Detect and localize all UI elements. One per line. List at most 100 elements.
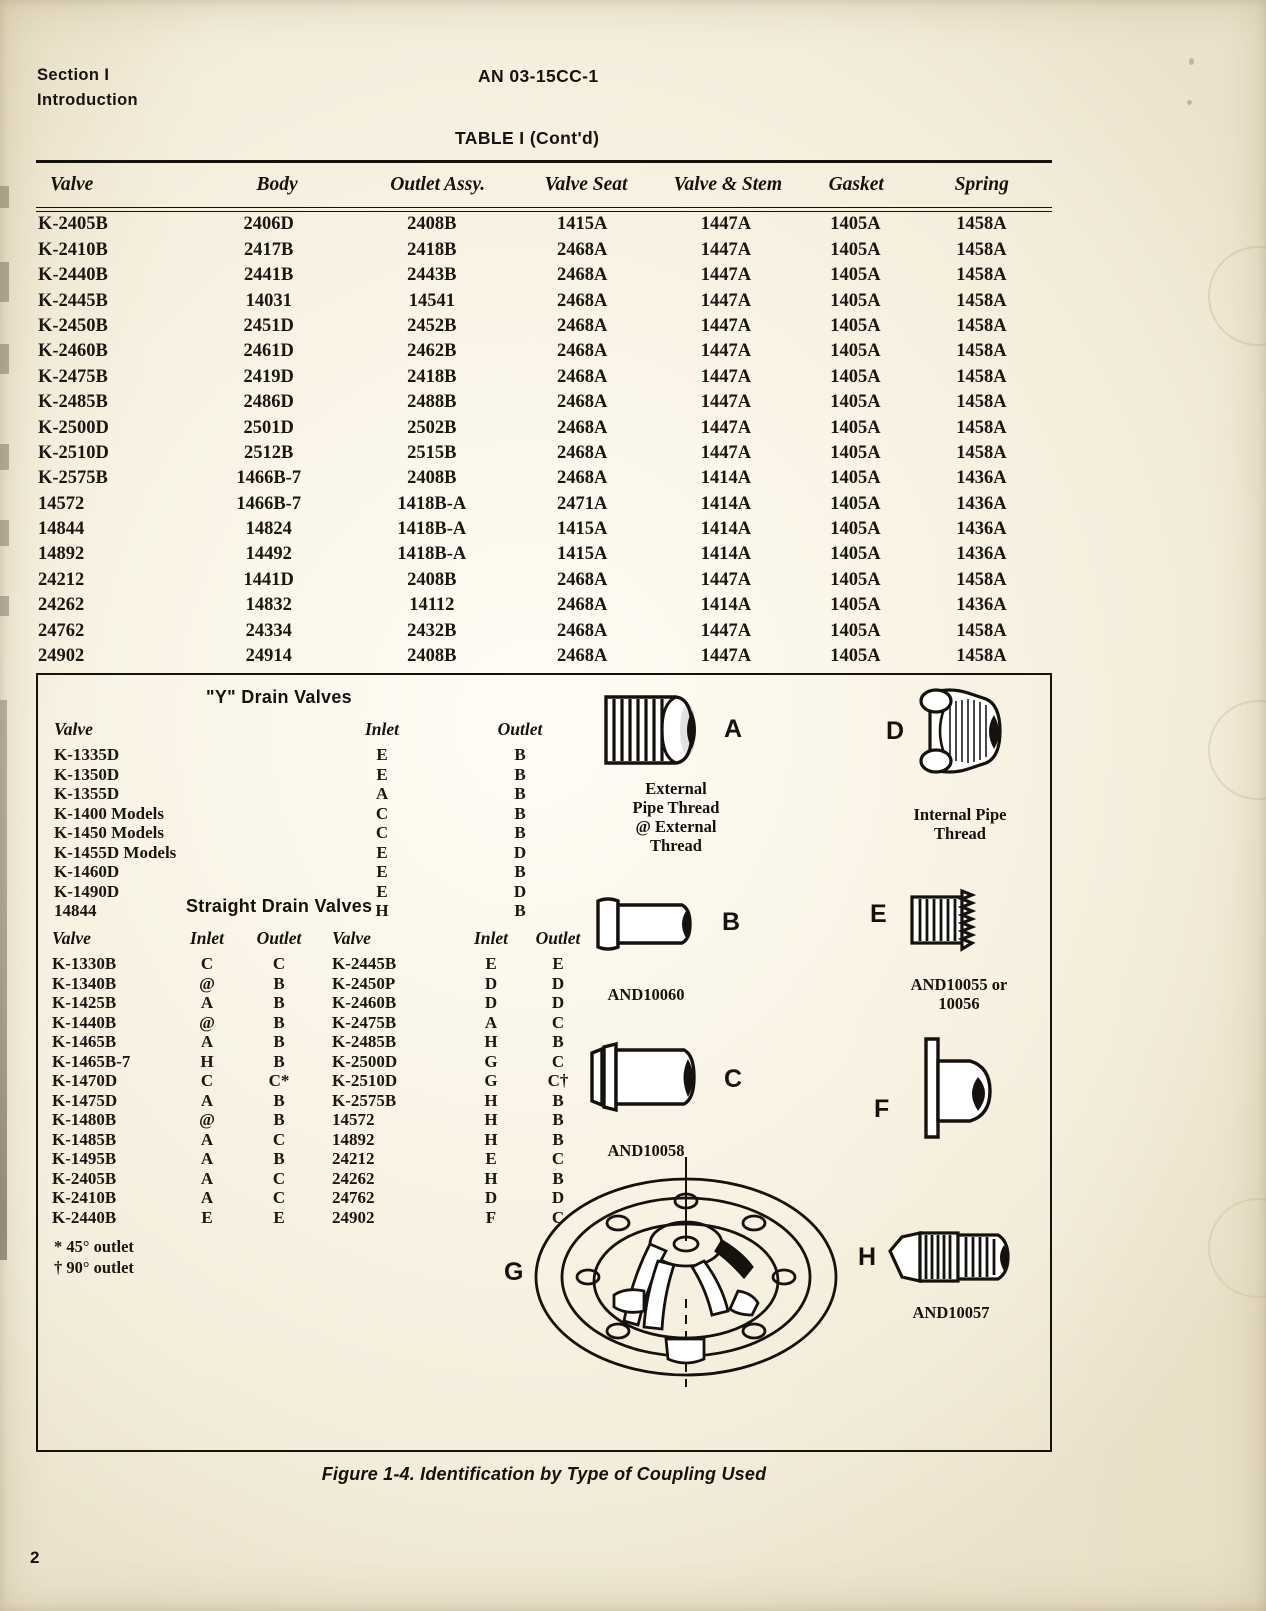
straight-drain-cell: B <box>273 1149 285 1168</box>
y-drain-header-row: Valve Inlet Outlet <box>50 717 590 745</box>
y-drain-cell: C <box>375 823 389 842</box>
table-cell: 14572 <box>38 493 85 514</box>
straight-drain-cell: 24262 <box>332 1168 375 1188</box>
straight-drain-cell: E <box>273 1207 285 1227</box>
y-drain-row: K-1335D E B <box>50 745 590 765</box>
y-drain-cell: K-1335D <box>54 745 120 764</box>
document-number: AN 03-15CC-1 <box>478 66 599 86</box>
column-header-valve: Valve <box>50 173 94 195</box>
table-cell: K-2440B <box>38 265 108 286</box>
straight-drain-cell: C <box>272 954 286 973</box>
footnote-45-degree: * 45° outlet <box>54 1237 134 1256</box>
column-header-gasket: Gasket <box>828 173 884 195</box>
table-cell: 2418B <box>407 366 457 387</box>
table-cell: 1447A <box>700 392 752 413</box>
table-cell: 1405A <box>830 265 881 286</box>
table-cell: 1466B-7 <box>236 468 302 489</box>
table-cell: K-2510D <box>38 442 109 463</box>
straight-drain-cell: B <box>273 1110 285 1129</box>
punch-hole-ghost <box>1208 1198 1266 1298</box>
straight-drain-row: K-1480B @ B 14572 H B <box>48 1110 594 1130</box>
table-cell: 2468A <box>556 417 608 438</box>
straight-drain-cell: A <box>200 1149 214 1168</box>
table-cell: 14492 <box>245 544 292 565</box>
coupling-caption-b: AND10060 <box>607 985 685 1004</box>
table-cell: 1466B-7 <box>236 493 302 514</box>
straight-drain-row: K-1485B A C 14892 H B <box>48 1130 594 1150</box>
straight-drain-cell: B <box>273 993 285 1012</box>
sd-column-header-inlet-right: Inlet <box>473 927 509 948</box>
straight-drain-cell: K-1475D <box>52 1090 118 1110</box>
sd-column-header-outlet-left: Outlet <box>256 927 302 948</box>
table-cell: 2406D <box>243 214 294 235</box>
table-cell: 1447A <box>700 569 752 590</box>
table-cell: 1405A <box>830 341 881 362</box>
table-cell: 1447A <box>700 265 752 286</box>
table-row: K-2510D 2512B 2515B 2468A 1447A 1405A 1458A <box>36 441 1052 466</box>
y-drain-row: K-1455D Models E D <box>50 843 590 863</box>
table-cell: 1447A <box>700 239 752 260</box>
table-cell: 1458A <box>956 366 1007 387</box>
table-cell: 2468A <box>556 468 608 489</box>
y-drain-valves-title: "Y" Drain Valves <box>206 687 352 707</box>
table-cell: 1436A <box>956 544 1007 565</box>
table-cell: 2408B <box>407 468 457 489</box>
table-cell: 24212 <box>38 569 85 590</box>
straight-drain-cell: B <box>552 1090 564 1110</box>
figure-box: "Y" Drain Valves Valve Inlet Outlet K-13… <box>36 673 1052 1452</box>
table-cell: 2468A <box>556 315 608 336</box>
straight-drain-cell: K-1440B <box>52 1012 117 1032</box>
table-cell: 1405A <box>830 595 881 616</box>
table-cell: 1447A <box>700 442 752 463</box>
table-cell: 14892 <box>38 544 85 565</box>
table-cell: 1405A <box>830 417 881 438</box>
y-drain-cell: E <box>376 842 388 862</box>
table-title: TABLE I (Cont'd) <box>455 128 600 148</box>
table-cell: 1414A <box>700 493 752 514</box>
straight-drain-cell: H <box>484 1168 498 1188</box>
straight-drain-row: K-1465B A B K-2485B H B <box>48 1032 594 1052</box>
bolted-flange-plate-icon <box>526 1149 846 1404</box>
table-cell: 1405A <box>830 620 881 641</box>
straight-drain-cell: K-2575B <box>332 1090 397 1110</box>
table-cell: 1405A <box>830 493 881 514</box>
table-cell: 2512B <box>244 442 294 463</box>
straight-drain-row: K-1465B-7 H B K-2500D G C <box>48 1052 594 1072</box>
table-cell: 2468A <box>556 569 608 590</box>
table-row: 24262 14832 14112 2468A 1414A 1405A 1436A <box>36 593 1052 618</box>
table-row: K-2440B 2441B 2443B 2468A 1447A 1405A 1458A <box>36 263 1052 288</box>
table-cell: 2468A <box>556 341 608 362</box>
table-cell: 2452B <box>407 315 457 336</box>
coupling-letter-f: F <box>874 1095 890 1123</box>
straight-drain-cell: G <box>484 1051 498 1071</box>
flared-tube-coupling-icon <box>886 1223 1018 1296</box>
table-cell: 14844 <box>38 519 85 540</box>
sd-column-header-outlet-right: Outlet <box>535 927 581 948</box>
straight-drain-cell: A <box>200 1188 214 1207</box>
table-row: 14892 14492 1418B-A 1415A 1414A 1405A 1436A <box>36 542 1052 567</box>
table-cell: 1405A <box>830 468 881 489</box>
straight-drain-row: K-1330B C C K-2445B E E <box>48 954 594 974</box>
table-cell: 1447A <box>700 417 752 438</box>
table-row: K-2575B 1466B-7 2408B 2468A 1414A 1405A 1436A <box>36 466 1052 491</box>
straight-drain-cell: 14892 <box>332 1129 375 1149</box>
scan-edge-mark <box>0 700 7 1260</box>
table-cell: 2515B <box>407 442 457 463</box>
straight-drain-cell: E <box>485 1149 497 1168</box>
table-cell: 24334 <box>245 620 292 641</box>
column-header-valve-and-stem: Valve & Stem <box>673 173 782 195</box>
table-cell: 2417B <box>244 239 294 260</box>
table-row: K-2500D 2501D 2502B 2468A 1447A 1405A 1458A <box>36 415 1052 440</box>
table-cell: 1405A <box>830 442 881 463</box>
table-cell: 1414A <box>700 595 752 616</box>
table-cell: 1405A <box>830 544 881 565</box>
straight-drain-cell: K-1330B <box>52 954 117 973</box>
table-cell: 2419D <box>243 366 294 387</box>
straight-drain-cell: K-2475B <box>332 1012 397 1032</box>
straight-drain-cell: B <box>552 1110 564 1129</box>
table-cell: K-2500D <box>38 417 109 438</box>
table-cell: 14824 <box>245 519 292 540</box>
table-cell: 2502B <box>407 417 457 438</box>
straight-drain-cell: K-1465B-7 <box>52 1051 131 1071</box>
table-cell: 1447A <box>700 646 752 667</box>
